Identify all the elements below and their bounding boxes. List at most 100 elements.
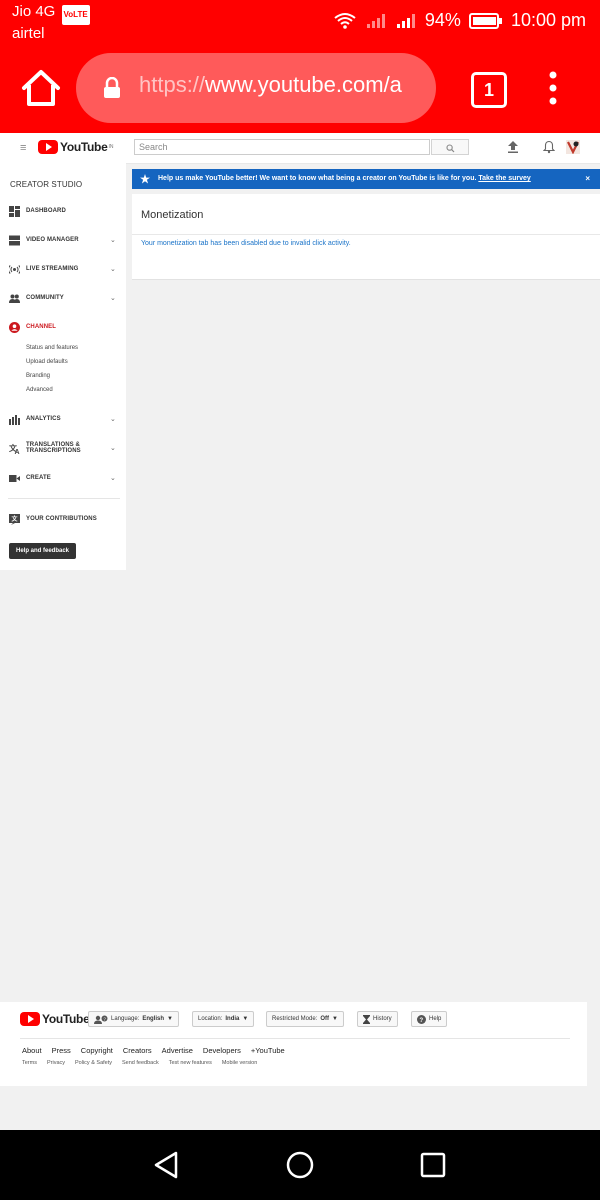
home-icon[interactable]: [20, 68, 62, 108]
footer-link-press[interactable]: Press: [52, 1046, 71, 1055]
footer-link-about[interactable]: About: [22, 1046, 42, 1055]
sidebar-item-live-streaming[interactable]: LIVE STREAMING ⌄: [0, 262, 126, 276]
svg-text:A: A: [15, 449, 20, 454]
country-code: IN: [108, 144, 114, 150]
location-picker-button[interactable]: Location: India ▼: [192, 1011, 255, 1027]
sidebar-item-label: YOUR CONTRIBUTIONS: [26, 516, 97, 522]
help-icon: ?: [417, 1014, 426, 1024]
footer-link-developers[interactable]: Developers: [203, 1046, 241, 1055]
browser-toolbar: https://www.youtube.com/a 1: [0, 44, 600, 133]
home-circle-icon[interactable]: [285, 1150, 315, 1180]
monetization-panel: Monetization Your monetization tab has b…: [132, 194, 600, 280]
video-manager-icon: [9, 235, 20, 245]
survey-text: Help us make YouTube better! We want to …: [158, 175, 477, 182]
footer-link-plus-youtube[interactable]: +YouTube: [251, 1046, 285, 1055]
recents-icon[interactable]: [418, 1150, 448, 1180]
channel-subitem-branding[interactable]: Branding: [26, 373, 50, 379]
hamburger-menu-icon[interactable]: ≡: [20, 142, 26, 154]
footer-sub-links: Terms Privacy Policy & Safety Send feedb…: [22, 1060, 257, 1066]
caret-down-icon: ▼: [332, 1016, 338, 1022]
volte-badge: VoLTE: [61, 5, 90, 25]
carrier-info: Jio 4G VoLTE airtel: [12, 3, 90, 43]
search-button[interactable]: [431, 139, 469, 155]
sidebar-item-video-manager[interactable]: VIDEO MANAGER ⌄: [0, 233, 126, 247]
restricted-label: Restricted Mode:: [272, 1016, 318, 1022]
youtube-logo[interactable]: YouTube IN: [38, 140, 113, 154]
help-button[interactable]: ? Help: [411, 1011, 448, 1027]
sidebar-item-community[interactable]: COMMUNITY ⌄: [0, 291, 126, 305]
sidebar-item-label: CHANNEL: [26, 324, 57, 330]
footer-link-send-feedback[interactable]: Send feedback: [122, 1060, 159, 1066]
sidebar-item-channel[interactable]: CHANNEL: [0, 320, 126, 334]
search-input[interactable]: Search: [134, 139, 430, 155]
history-button[interactable]: History: [357, 1011, 398, 1027]
footer-link-policy-safety[interactable]: Policy & Safety: [75, 1060, 112, 1066]
status-icons: 94% 10:00 pm: [333, 10, 586, 31]
creator-studio-sidebar: CREATOR STUDIO DASHBOARD VIDEO MANAGER ⌄…: [0, 163, 126, 570]
contributions-icon: 文: [9, 513, 20, 525]
tab-switcher-button[interactable]: 1: [471, 72, 507, 108]
survey-link[interactable]: Take the survey: [478, 175, 530, 182]
channel-subitem-upload-defaults[interactable]: Upload defaults: [26, 359, 68, 365]
channel-icon: [9, 321, 20, 333]
language-icon: ?: [94, 1015, 108, 1024]
creator-studio-title: CREATOR STUDIO: [10, 180, 83, 189]
back-icon[interactable]: [152, 1150, 182, 1180]
avatar[interactable]: [566, 140, 580, 154]
svg-text:文: 文: [11, 515, 19, 523]
sidebar-item-label: TRANSLATIONS & TRANSCRIPTIONS: [26, 442, 81, 454]
upload-icon[interactable]: [507, 140, 519, 154]
survey-message: Help us make YouTube better! We want to …: [158, 175, 531, 182]
footer-link-mobile-version[interactable]: Mobile version: [222, 1060, 257, 1066]
footer-link-copyright[interactable]: Copyright: [81, 1046, 113, 1055]
battery-icon: [468, 12, 502, 29]
notification-bell-icon[interactable]: [543, 140, 555, 154]
footer-link-creators[interactable]: Creators: [123, 1046, 152, 1055]
status-bar: Jio 4G VoLTE airtel 94% 10:00 pm: [0, 0, 600, 44]
sidebar-item-create[interactable]: CREATE ⌄: [0, 471, 126, 485]
footer-link-advertise[interactable]: Advertise: [162, 1046, 193, 1055]
sidebar-item-label: DASHBOARD: [26, 208, 66, 214]
search-icon: [445, 144, 454, 153]
channel-subitem-advanced[interactable]: Advanced: [26, 387, 53, 393]
overflow-menu-icon[interactable]: [545, 70, 561, 106]
wifi-icon: [334, 12, 356, 29]
chevron-down-icon[interactable]: ⌄: [110, 265, 116, 273]
sidebar-item-your-contributions[interactable]: 文 YOUR CONTRIBUTIONS: [0, 512, 126, 526]
sidebar-item-analytics[interactable]: ANALYTICS ⌄: [0, 412, 126, 426]
panel-divider: [132, 234, 600, 235]
carrier-primary: Jio 4G: [12, 3, 56, 20]
translations-label-line2: TRANSCRIPTIONS: [26, 448, 81, 454]
survey-banner: Help us make YouTube better! We want to …: [132, 169, 600, 189]
caret-down-icon: ▼: [167, 1016, 173, 1022]
sidebar-item-translations[interactable]: 文A TRANSLATIONS & TRANSCRIPTIONS ⌄: [0, 441, 126, 455]
channel-subitem-status[interactable]: Status and features: [26, 345, 78, 351]
footer-youtube-logo[interactable]: YouTube: [20, 1012, 90, 1026]
close-icon[interactable]: ×: [585, 174, 590, 183]
chevron-down-icon[interactable]: ⌄: [110, 474, 116, 482]
hourglass-icon: [363, 1014, 370, 1024]
sidebar-item-label: COMMUNITY: [26, 295, 64, 301]
star-icon: [140, 174, 150, 184]
chevron-down-icon[interactable]: ⌄: [110, 294, 116, 302]
community-icon: [9, 294, 20, 303]
sidebar-item-dashboard[interactable]: DASHBOARD: [0, 204, 126, 218]
footer-link-terms[interactable]: Terms: [22, 1060, 37, 1066]
sidebar-item-label: VIDEO MANAGER: [26, 237, 79, 243]
chevron-down-icon[interactable]: ⌄: [110, 236, 116, 244]
footer-link-test-new-features[interactable]: Test new features: [169, 1060, 212, 1066]
chevron-down-icon[interactable]: ⌄: [110, 444, 116, 452]
language-picker-button[interactable]: ? Language: English ▼: [88, 1011, 179, 1027]
url-field[interactable]: https://www.youtube.com/a: [76, 53, 436, 123]
help-and-feedback-button[interactable]: Help and feedback: [9, 543, 76, 559]
logo-text: YouTube: [60, 140, 108, 154]
page-footer: YouTube ? Language: English ▼ Location: …: [0, 1002, 587, 1086]
language-value: English: [142, 1016, 165, 1022]
footer-link-privacy[interactable]: Privacy: [47, 1060, 65, 1066]
dashboard-icon: [9, 205, 20, 217]
footer-links: About Press Copyright Creators Advertise…: [22, 1046, 285, 1055]
footer-divider: [20, 1038, 570, 1039]
carrier-secondary: airtel: [12, 25, 45, 42]
chevron-down-icon[interactable]: ⌄: [110, 415, 116, 423]
restricted-mode-button[interactable]: Restricted Mode: Off ▼: [266, 1011, 344, 1027]
